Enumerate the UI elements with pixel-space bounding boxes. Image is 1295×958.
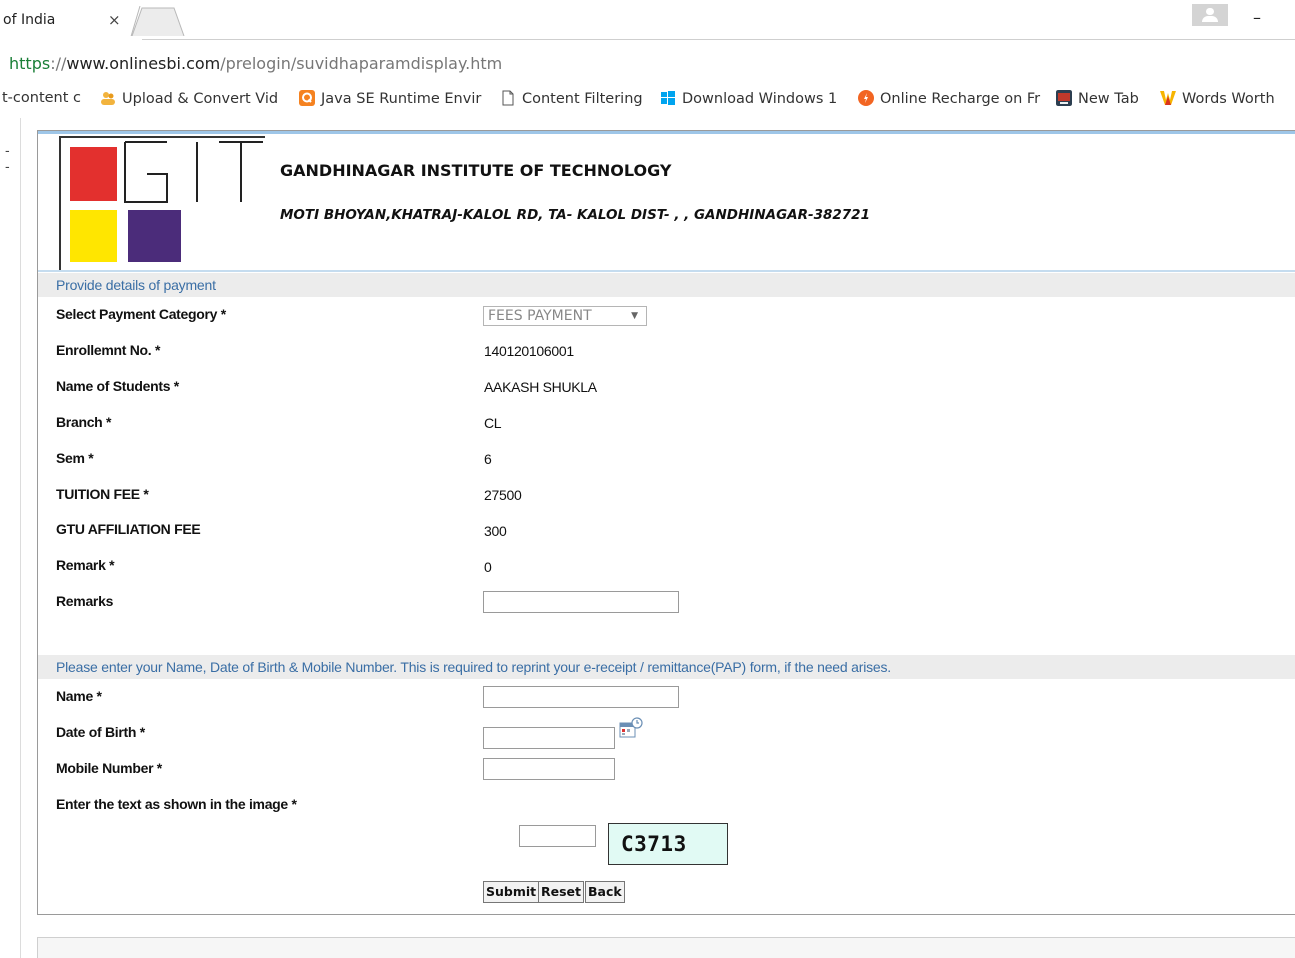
bookmark-label: Download Windows 1 [682, 91, 838, 107]
payment-section-heading: Provide details of payment [38, 273, 1295, 297]
student-name-value: AAKASH SHUKLA [484, 379, 597, 395]
logo-purple-square [128, 210, 181, 262]
tab-title: of India [3, 12, 56, 28]
newtab-icon [1056, 90, 1072, 106]
logo-red-square [70, 147, 117, 201]
bookmark-item[interactable]: Online Recharge on Fr [858, 90, 1040, 107]
back-button[interactable]: Back [585, 881, 625, 903]
sem-label: Sem * [56, 450, 94, 466]
profile-icon[interactable] [1192, 4, 1228, 26]
bookmark-item[interactable]: Content Filtering [500, 90, 643, 107]
windows-icon [661, 91, 675, 105]
tuition-fee-value: 27500 [484, 487, 522, 503]
enrollment-label: Enrollemnt No. * [56, 342, 161, 358]
captcha-image: C3713 [608, 823, 728, 865]
browser-tab[interactable]: of India × [0, 0, 142, 40]
url-text[interactable]: https://www.onlinesbi.com/prelogin/suvid… [9, 54, 502, 73]
institute-name: GANDHINAGAR INSTITUTE OF TECHNOLOGY [280, 161, 672, 180]
bookmark-item[interactable]: t-content c [2, 90, 81, 106]
dob-label: Date of Birth * [56, 724, 145, 740]
tab-close-icon[interactable]: × [108, 11, 121, 29]
dropdown-arrow-icon: ▼ [631, 311, 638, 321]
bookmark-item[interactable]: Upload & Convert Vid [100, 90, 278, 107]
name-label: Name * [56, 688, 102, 704]
logo-git-letters [124, 141, 263, 203]
gtu-fee-value: 300 [484, 523, 507, 539]
submit-button[interactable]: Submit [483, 881, 540, 903]
bookmark-label: t-content c [2, 90, 82, 106]
gtu-fee-label: GTU AFFILIATION FEE [56, 521, 201, 537]
remark-label: Remark * [56, 557, 115, 573]
people-icon [101, 92, 115, 105]
bookmark-item[interactable]: New Tab [1056, 90, 1139, 107]
w-icon [1160, 91, 1176, 105]
bookmark-label: Java SE Runtime Envir [321, 91, 482, 107]
tab-strip: of India × – [0, 0, 1295, 40]
remarks-input[interactable] [483, 591, 679, 613]
side-panel: - - [0, 118, 21, 958]
captcha-label: Enter the text as shown in the image * [56, 796, 297, 812]
name-input[interactable] [483, 686, 679, 708]
bookmark-label: Online Recharge on Fr [880, 91, 1041, 107]
calendar-icon[interactable] [619, 716, 643, 740]
tuition-fee-label: TUITION FEE * [56, 486, 149, 502]
sem-value: 6 [484, 451, 492, 467]
mobile-input[interactable] [483, 758, 615, 780]
institute-logo [59, 136, 265, 270]
new-tab-button[interactable] [130, 6, 186, 36]
personal-section-heading: Please enter your Name, Date of Birth & … [38, 655, 1295, 679]
header-divider [38, 270, 1295, 272]
freecharge-icon [858, 90, 874, 106]
logo-yellow-square [70, 210, 117, 262]
url-path: /prelogin/suvidhaparamdisplay.htm [220, 54, 503, 73]
q-icon [299, 90, 315, 106]
bookmark-item[interactable]: Words Worth [1160, 90, 1275, 107]
branch-label: Branch * [56, 414, 112, 430]
bookmark-item[interactable]: Download Windows 1 [660, 90, 837, 107]
url-separator: :// [50, 54, 67, 73]
enrollment-value: 140120106001 [484, 343, 574, 359]
payment-form-panel: GANDHINAGAR INSTITUTE OF TECHNOLOGY MOTI… [37, 130, 1295, 915]
bookmark-label: New Tab [1078, 91, 1139, 107]
remark-value: 0 [484, 559, 492, 575]
payment-category-value: FEES PAYMENT [488, 308, 592, 324]
url-scheme: https [9, 54, 51, 73]
reset-button[interactable]: Reset [538, 881, 584, 903]
branch-value: CL [484, 415, 502, 431]
payment-category-label: Select Payment Category * [56, 306, 226, 322]
institute-address: MOTI BHOYAN,KHATRAJ-KALOL RD, TA- KALOL … [280, 207, 870, 223]
mobile-label: Mobile Number * [56, 760, 162, 776]
top-accent-line [38, 131, 1295, 134]
bookmark-label: Content Filtering [522, 91, 643, 107]
panel-handle[interactable]: - - [5, 142, 20, 174]
student-name-label: Name of Students * [56, 378, 179, 394]
footer-panel [37, 937, 1295, 958]
remarks-label: Remarks [56, 593, 114, 609]
bookmark-item[interactable]: Java SE Runtime Envir [299, 90, 481, 107]
bookmarks-bar: t-content c Upload & Convert Vid Java SE… [0, 86, 1295, 114]
bookmark-label: Upload & Convert Vid [122, 91, 279, 107]
page-icon [502, 90, 514, 106]
url-host: www.onlinesbi.com [66, 54, 221, 73]
payment-category-select[interactable]: FEES PAYMENT ▼ [483, 306, 647, 326]
bookmark-label: Words Worth [1182, 91, 1275, 107]
minimize-icon[interactable]: – [1253, 8, 1261, 27]
captcha-input[interactable] [519, 825, 596, 847]
dob-input[interactable] [483, 727, 615, 749]
address-bar[interactable]: https://www.onlinesbi.com/prelogin/suvid… [0, 48, 1295, 80]
